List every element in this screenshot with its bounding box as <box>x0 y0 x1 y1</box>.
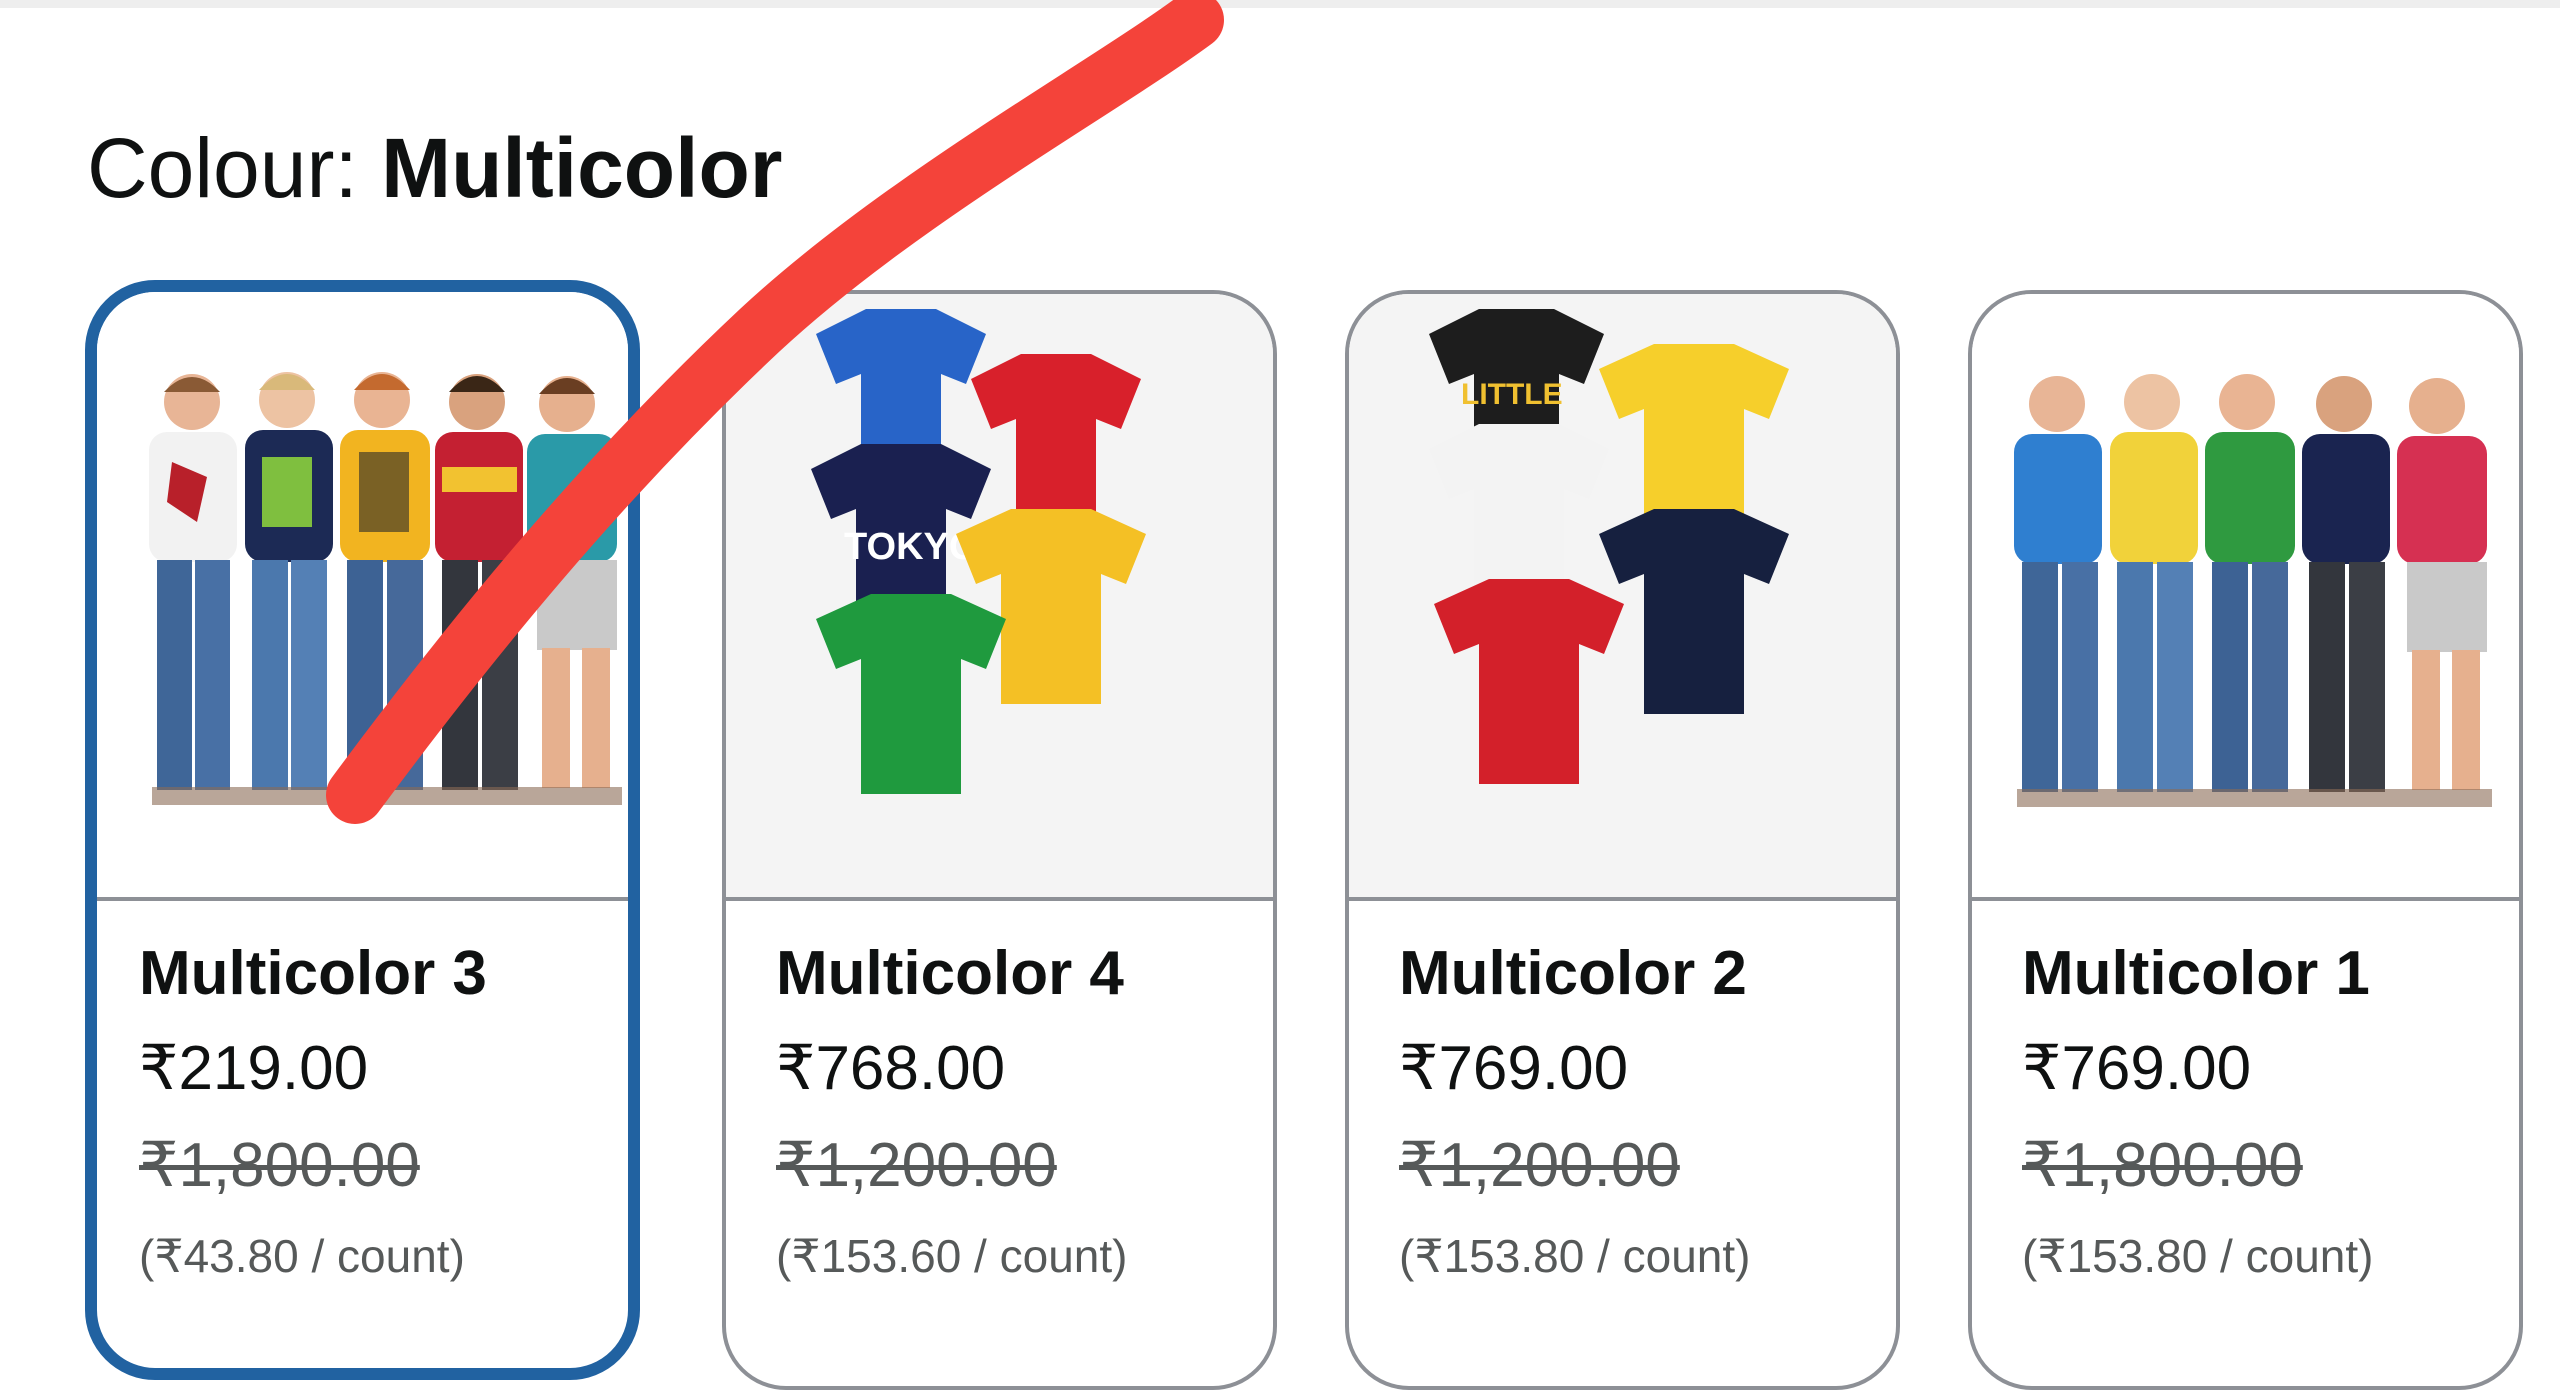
swatch-name: Multicolor 4 <box>776 939 1124 1008</box>
swatch-name: Multicolor 1 <box>2022 939 2370 1008</box>
swatch-price: ₹768.00 <box>776 1034 1006 1103</box>
swatch-image: TOKYO <box>726 294 1273 901</box>
svg-text:LITTLE: LITTLE <box>1461 378 1563 411</box>
swatch-price: ₹769.00 <box>2022 1034 2252 1103</box>
swatch-image: LITTLE <box>1349 294 1896 901</box>
swatch-multicolor-4[interactable]: TOKYO Multicolor 4 ₹768.00 ₹1,200.00 (₹1… <box>722 290 1277 1390</box>
swatch-unit-price: (₹153.60 / count) <box>776 1230 1128 1282</box>
swatch-image <box>1972 294 2519 901</box>
five-boys-group-photo <box>149 372 622 805</box>
swatch-list-price: ₹1,200.00 <box>776 1131 1057 1200</box>
swatch-unit-price: (₹43.80 / count) <box>139 1230 465 1282</box>
swatch-price: ₹769.00 <box>1399 1034 1629 1103</box>
colour-label: Colour: <box>87 121 358 215</box>
tshirt-pack-image: LITTLE <box>1429 309 1789 784</box>
swatch-image <box>97 292 628 901</box>
top-divider <box>0 0 2560 8</box>
tshirt-pack-image: TOKYO <box>811 309 1146 794</box>
five-boys-group-photo <box>2014 374 2492 807</box>
swatch-list-price: ₹1,800.00 <box>139 1131 420 1200</box>
swatch-list-price: ₹1,800.00 <box>2022 1131 2303 1200</box>
svg-text:TOKYO: TOKYO <box>844 526 978 568</box>
swatch-list-price: ₹1,200.00 <box>1399 1131 1680 1200</box>
swatch-multicolor-3[interactable]: Multicolor 3 ₹219.00 ₹1,800.00 (₹43.80 /… <box>85 280 640 1380</box>
swatch-name: Multicolor 2 <box>1399 939 1747 1008</box>
swatch-unit-price: (₹153.80 / count) <box>1399 1230 1751 1282</box>
swatch-multicolor-1[interactable]: Multicolor 1 ₹769.00 ₹1,800.00 (₹153.80 … <box>1968 290 2523 1390</box>
swatch-unit-price: (₹153.80 / count) <box>2022 1230 2374 1282</box>
swatch-price: ₹219.00 <box>139 1034 369 1103</box>
colour-heading: Colour: Multicolor <box>87 118 782 218</box>
swatch-multicolor-2[interactable]: LITTLE Multicolor 2 ₹769.00 ₹1,200.00 (₹… <box>1345 290 1900 1390</box>
colour-selected-value: Multicolor <box>381 121 783 215</box>
swatch-name: Multicolor 3 <box>139 939 487 1008</box>
